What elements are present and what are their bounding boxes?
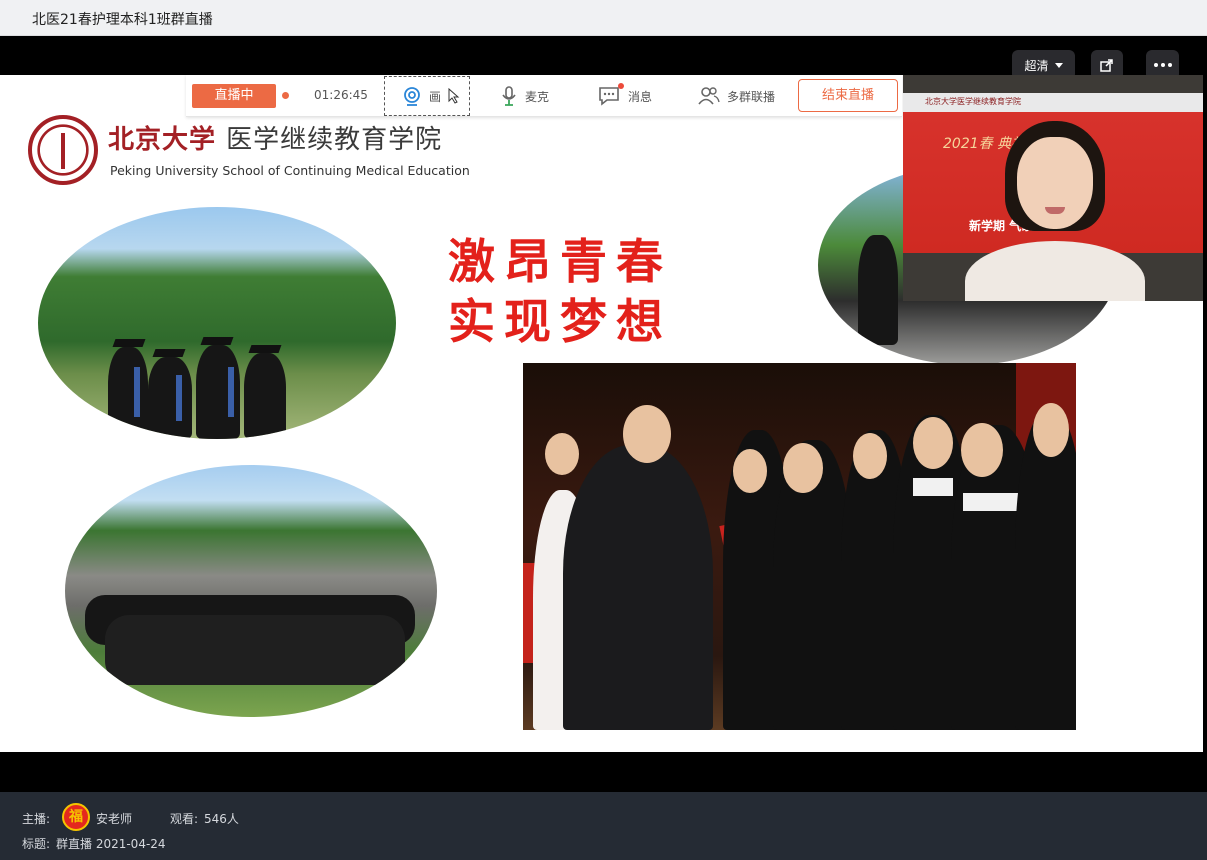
institution-en-title: Peking University School of Continuing M… [110, 163, 470, 178]
microphone-icon [502, 86, 516, 106]
host-webcam-view[interactable]: 北京大学医学继续教育学院 2021春 典礼" 新学期 气象 [903, 75, 1203, 301]
more-dots-icon [1153, 63, 1172, 67]
university-name: 北京大学 [108, 125, 217, 155]
live-status-badge: 直播中 [192, 84, 276, 108]
mic-toggle-button[interactable]: 麦克 [499, 75, 549, 117]
camera-label: 画 [429, 89, 442, 104]
school-name: 医学继续教育学院 [226, 125, 443, 155]
stream-info-bar: 主播: 安老师 观看: 546人 标题: 群直播 2021-04-24 [0, 792, 1207, 860]
cursor-pointer-icon [448, 88, 460, 104]
message-button[interactable]: 消息 [598, 75, 652, 117]
end-live-button[interactable]: 结束直播 [798, 79, 898, 112]
window-titlebar: 北医21春护理本科1班群直播 [0, 0, 1207, 36]
multi-user-icon [698, 87, 720, 105]
camera-icon [404, 87, 420, 106]
camera-toggle-button[interactable]: 画 [384, 76, 470, 116]
institution-cn-title: 北京大学 医学继续教育学院 [108, 119, 442, 156]
multi-group-label: 多群联播 [727, 89, 776, 104]
recording-dot-icon [282, 92, 289, 99]
viewers-label: 观看: [170, 812, 199, 826]
share-window-icon [1100, 59, 1113, 72]
live-toolbar: 直播中 01:26:45 画 麦克 消息 多群联播 结束直播 [186, 75, 902, 117]
stream-title-label: 标题: [22, 837, 51, 851]
university-seal-icon [28, 115, 98, 185]
window-title: 北医21春护理本科1班群直播 [32, 12, 213, 28]
multi-group-broadcast-button[interactable]: 多群联播 [697, 75, 775, 117]
slogan-line-1: 激昂青春 [448, 235, 672, 290]
mic-label: 麦克 [525, 89, 550, 104]
stream-title-value: 群直播 2021-04-24 [56, 837, 166, 851]
slogan: 激昂青春 实现梦想 [448, 233, 672, 353]
graduates-photo-trees [38, 207, 396, 439]
viewers-count: 546人 [204, 812, 239, 826]
institution-logo: 北京大学 医学继续教育学院 Peking University School o… [28, 115, 470, 185]
quality-label: 超清 [1024, 58, 1049, 73]
unread-dot-icon [618, 83, 624, 89]
live-elapsed-time: 01:26:45 [314, 88, 368, 102]
graduates-photo-stone [65, 465, 437, 717]
webcam-screen-header: 北京大学医学继续教育学院 [925, 97, 1021, 106]
slogan-line-2: 实现梦想 [448, 295, 672, 350]
message-label: 消息 [628, 89, 653, 104]
host-name: 安老师 [96, 812, 133, 826]
host-label: 主播: [22, 812, 51, 826]
graduation-ceremony-photo [523, 363, 1076, 730]
caret-down-icon [1054, 62, 1063, 68]
host-avatar[interactable]: 福 [62, 803, 90, 831]
host-presenter [965, 121, 1145, 301]
